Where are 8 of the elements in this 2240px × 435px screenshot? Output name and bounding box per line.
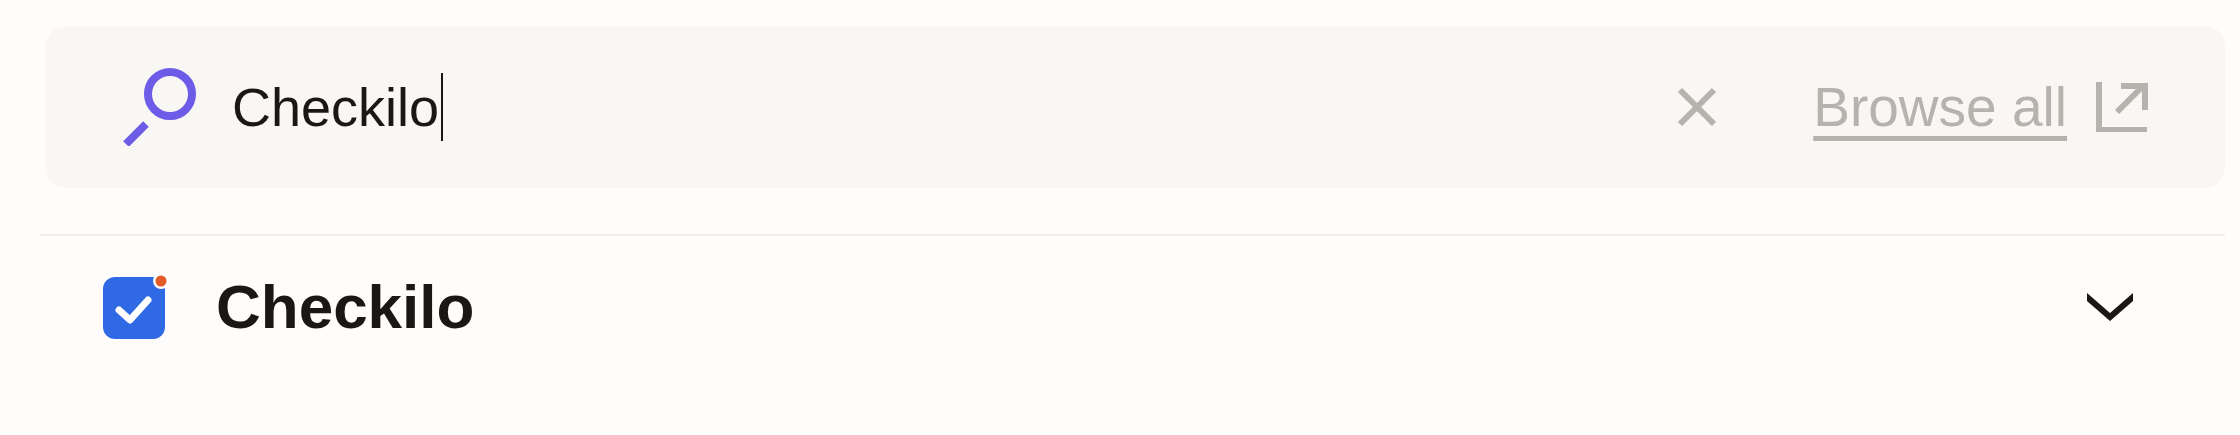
- clear-button[interactable]: [1677, 87, 1718, 127]
- external-link-icon[interactable]: [2095, 82, 2149, 132]
- search-icon: [122, 68, 198, 146]
- search-field[interactable]: Checkilo: [232, 73, 1678, 141]
- close-icon: [1677, 87, 1718, 127]
- app-icon: [103, 273, 169, 339]
- app-name: Checkilo: [216, 270, 476, 342]
- result-row[interactable]: Checkilo: [40, 236, 2225, 376]
